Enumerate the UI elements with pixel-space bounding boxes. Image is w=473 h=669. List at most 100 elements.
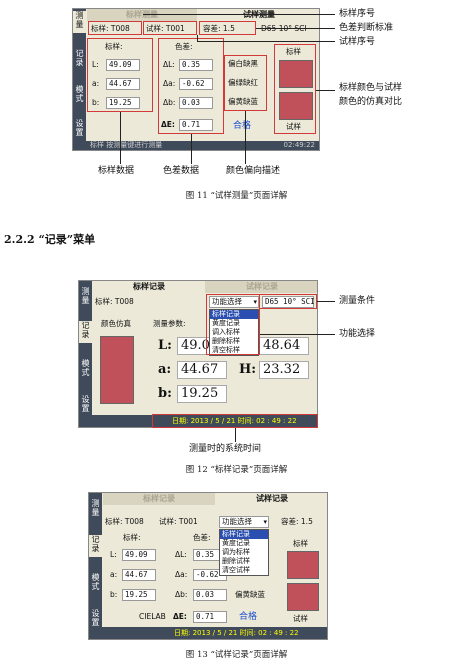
std-L-value: 49.09: [122, 549, 156, 561]
diff-heading: 色差:: [193, 533, 211, 542]
a-key: a:: [158, 362, 172, 377]
side-tab-settings[interactable]: 设置: [73, 119, 86, 137]
menu-item-yellowness[interactable]: 黄度记录: [220, 539, 268, 548]
tab-standard-measure[interactable]: 标样测量: [87, 9, 197, 21]
callout-desc: [224, 55, 267, 111]
H-value: 23.32: [259, 361, 309, 379]
annotation-desc: 颜色偏向描述: [226, 166, 281, 176]
a-value: 44.67: [177, 361, 227, 379]
annotation-conditions: 测量条件: [339, 296, 376, 306]
leader-conditions: [317, 301, 335, 302]
b-key: b:: [158, 386, 172, 401]
menu-item-set-as-std[interactable]: 调为标样: [220, 548, 268, 557]
leader-std-data: [120, 112, 121, 164]
desc-yellow-blue: 偏黄缺蓝: [235, 590, 265, 599]
fig13-side-menu: 测量 记录 模式 设置: [89, 493, 102, 639]
diff-b-value: 0.03: [193, 589, 227, 601]
leader-function: [260, 334, 335, 335]
std-a-value: 44.67: [122, 569, 156, 581]
side-tab-record[interactable]: 记录: [73, 49, 86, 67]
callout-std-data: [87, 38, 153, 112]
side-tab-settings[interactable]: 设置: [89, 609, 102, 627]
std-b-key: b:: [110, 590, 118, 599]
callout-conditions: [259, 294, 317, 309]
diff-a-key: Δa:: [175, 570, 188, 579]
annotation-swatch-1: 标样颜色与试样: [339, 83, 403, 93]
function-menu: 标样记录 黄度记录 调为标样 删除试样 清空试样: [219, 529, 269, 576]
sample-color-swatch: [287, 583, 319, 611]
figure-11-caption: 图 11 “试样测量”页面详解: [185, 191, 288, 201]
side-tab-measure[interactable]: 测量: [73, 11, 86, 33]
status-hint: 标样 按测量键进行测量: [90, 141, 163, 149]
side-tab-measure[interactable]: 测量: [79, 287, 92, 305]
swatch-std-label: 标样: [293, 539, 308, 548]
tab-sample-record[interactable]: 试样记录: [205, 281, 317, 293]
function-select[interactable]: 功能选择 ▾: [219, 516, 269, 528]
pass-indicator: 合格: [233, 121, 252, 131]
tab-sample-measure[interactable]: 试样测量: [197, 9, 319, 21]
std-L-key: L:: [110, 550, 117, 559]
H-key: H:: [239, 362, 257, 377]
callout-diff-data: [158, 38, 224, 134]
tab-standard-record[interactable]: 标样记录: [93, 281, 205, 293]
tab-sample-record[interactable]: 试样记录: [215, 493, 327, 505]
param-label: 测量参数:: [153, 319, 186, 328]
figure-13-caption: 图 13 “试样记录”页面详解: [185, 650, 288, 660]
side-tab-settings[interactable]: 设置: [79, 395, 92, 413]
L-key: L:: [158, 338, 172, 353]
callout-system-time: [152, 414, 318, 428]
annotation-sample-id: 试样序号: [339, 37, 376, 47]
leader-desc: [245, 111, 246, 164]
side-tab-mode[interactable]: 模式: [79, 359, 92, 377]
leader-diff-data: [191, 134, 192, 164]
section-heading: 2.2.2 “记录”菜单: [4, 233, 96, 246]
callout-sample-id: [143, 21, 197, 35]
leader-swatch: [316, 90, 335, 91]
illuminant-label: D65 10° SCI: [261, 24, 307, 34]
annotation-tolerance: 色差判断标准: [339, 23, 394, 33]
status-bar: 日期: 2013 / 5 / 21 时间: 02 : 49 : 22: [102, 627, 327, 639]
annotation-diff-data: 色差数据: [163, 166, 200, 176]
std-a-key: a:: [110, 570, 118, 579]
C-value: 48.64: [259, 337, 309, 355]
chevron-down-icon: ▾: [263, 518, 267, 526]
callout-swatches: [274, 44, 316, 134]
side-tab-measure[interactable]: 测量: [89, 499, 102, 517]
b-value: 19.25: [177, 385, 227, 403]
sim-label: 颜色仿真: [101, 319, 131, 328]
status-time: 02:49:22: [283, 141, 315, 149]
figure-12-caption: 图 12 “标样记录”页面详解: [185, 465, 288, 475]
annotation-std-id: 标样序号: [339, 9, 376, 19]
callout-function: [206, 294, 260, 355]
swatch-sample-label: 试样: [293, 614, 308, 623]
leader-time: [235, 428, 236, 442]
annotation-swatch-2: 颜色的仿真对比: [339, 97, 403, 107]
diff-L-key: ΔL:: [175, 550, 187, 559]
side-tab-mode[interactable]: 模式: [73, 85, 86, 103]
annotation-system-time: 测量时的系统时间: [189, 444, 262, 454]
std-heading: 标样:: [123, 533, 141, 542]
sample-id-label: 试样: T001: [159, 517, 198, 526]
fig11-side-menu: 测量 记录 模式 设置: [73, 9, 86, 150]
delta-e-value: 0.71: [193, 611, 227, 623]
side-tab-record[interactable]: 记录: [79, 321, 92, 343]
fig12-side-menu: 测量 记录 模式 设置: [79, 281, 92, 427]
menu-item-std-record[interactable]: 标样记录: [220, 530, 268, 539]
callout-tolerance: [199, 21, 256, 35]
menu-item-delete-sample[interactable]: 删除试样: [220, 557, 268, 566]
pass-indicator: 合格: [239, 612, 258, 622]
std-b-value: 19.25: [122, 589, 156, 601]
tolerance-label: 容差: 1.5: [281, 517, 313, 526]
callout-std-id: [88, 21, 142, 35]
leader-tol: [256, 28, 335, 29]
leader-sample-id-h: [197, 41, 335, 42]
side-tab-mode[interactable]: 模式: [89, 573, 102, 591]
delta-e-key: ΔE:: [173, 612, 187, 621]
diff-b-key: Δb:: [175, 590, 188, 599]
tab-standard-record[interactable]: 标样记录: [103, 493, 215, 505]
std-color-swatch: [287, 551, 319, 579]
annotation-std-data: 标样数据: [98, 166, 135, 176]
side-tab-record[interactable]: 记录: [89, 535, 102, 557]
menu-item-clear-sample[interactable]: 清空试样: [220, 566, 268, 575]
std-id-label: 标样: T008: [95, 297, 134, 306]
